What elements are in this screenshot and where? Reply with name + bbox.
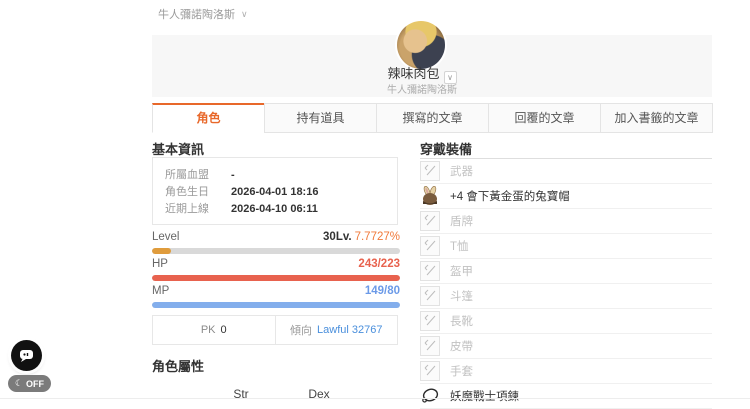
equipment-row-shield: 盾牌 — [420, 209, 712, 234]
level-progressbar — [152, 248, 400, 254]
empty-slot-icon — [420, 236, 440, 256]
pk-label: PK — [201, 324, 216, 336]
equipment-row-belt: 皮帶 — [420, 334, 712, 359]
hp-label: HP — [152, 258, 168, 270]
info-row-last-login: 近期上線 2026-04-10 06:11 — [165, 201, 385, 218]
tab-written-articles[interactable]: 撰寫的文章 — [376, 103, 489, 133]
empty-slot-icon — [420, 286, 440, 306]
equipment-row-armor: 盔甲 — [420, 259, 712, 284]
empty-slot-icon — [420, 311, 440, 331]
chat-bubble-icon — [17, 346, 36, 365]
chat-widget-button[interactable] — [11, 340, 42, 371]
mp-progress-fill — [152, 302, 400, 308]
empty-slot-icon — [420, 161, 440, 181]
info-row-clan: 所屬血盟 - — [165, 167, 385, 184]
tab-replied-articles[interactable]: 回覆的文章 — [488, 103, 601, 133]
pk-value: 0 — [221, 324, 227, 336]
hp-bar-block: HP 243/223 — [152, 258, 400, 281]
equipment-row-cloak: 斗篷 — [420, 284, 712, 309]
hp-progress-fill — [152, 275, 400, 281]
empty-slot-icon — [420, 336, 440, 356]
dark-mode-toggle-label: OFF — [26, 379, 44, 389]
pk-tendency-box: PK 0 傾向 Lawful 32767 — [152, 315, 398, 345]
chevron-down-icon: ∨ — [241, 9, 248, 20]
equipment-row-necklace[interactable]: 妖魔戰士項鍊 — [420, 384, 712, 409]
dark-mode-toggle[interactable]: ☾ OFF — [8, 375, 51, 392]
tab-bar: 角色 持有道具 撰寫的文章 回覆的文章 加入書籤的文章 — [152, 103, 713, 133]
mp-value: 149/80 — [365, 285, 400, 297]
equipment-list: 武器 +4 會下黃金蛋的兔寶帽 盾牌 T恤 盔甲 斗篷 長靴 皮帶 — [420, 158, 712, 409]
empty-slot-icon — [420, 261, 440, 281]
moon-icon: ☾ — [15, 378, 23, 389]
hp-progressbar — [152, 275, 400, 281]
mp-bar-block: MP 149/80 — [152, 285, 400, 308]
info-row-birthday: 角色生日 2026-04-01 18:16 — [165, 184, 385, 201]
tendency-cell: 傾向 Lawful 32767 — [275, 316, 398, 344]
level-percent: 7.7727% — [355, 231, 400, 243]
level-bar-block: Level 30Lv.7.7727% — [152, 231, 400, 254]
footer-divider — [0, 398, 750, 399]
tendency-value-link[interactable]: Lawful 32767 — [317, 324, 382, 336]
tab-bookmarked-articles[interactable]: 加入書籤的文章 — [600, 103, 713, 133]
hp-value: 243/223 — [358, 258, 400, 270]
necklace-icon — [420, 386, 440, 406]
character-server: 牛人彌諾陶洛斯 — [152, 81, 692, 96]
server-dropdown[interactable]: 牛人彌諾陶洛斯 ∨ — [158, 6, 248, 22]
mp-progressbar — [152, 302, 400, 308]
level-value: 30Lv. — [323, 231, 352, 243]
level-progress-fill — [152, 248, 171, 254]
level-label: Level — [152, 231, 180, 243]
tendency-label: 傾向 — [290, 322, 312, 338]
empty-slot-icon — [420, 361, 440, 381]
basic-info-box: 所屬血盟 - 角色生日 2026-04-01 18:16 近期上線 2026-0… — [152, 157, 398, 225]
equipment-row-gloves: 手套 — [420, 359, 712, 384]
equipment-title: 穿戴裝備 — [420, 139, 472, 158]
equipment-row-weapon: 武器 — [420, 159, 712, 184]
rabbit-hat-icon — [420, 186, 440, 206]
equipment-row-helmet[interactable]: +4 會下黃金蛋的兔寶帽 — [420, 184, 712, 209]
server-dropdown-label: 牛人彌諾陶洛斯 — [158, 6, 235, 22]
basic-info-title: 基本資訊 — [152, 139, 204, 158]
equipment-row-boots: 長靴 — [420, 309, 712, 334]
attributes-title: 角色屬性 — [152, 356, 204, 375]
pk-cell: PK 0 — [153, 316, 275, 344]
empty-slot-icon — [420, 211, 440, 231]
tab-items[interactable]: 持有道具 — [264, 103, 377, 133]
tab-character[interactable]: 角色 — [152, 103, 265, 133]
mp-label: MP — [152, 285, 169, 297]
avatar — [397, 21, 445, 69]
equipment-row-tshirt: T恤 — [420, 234, 712, 259]
